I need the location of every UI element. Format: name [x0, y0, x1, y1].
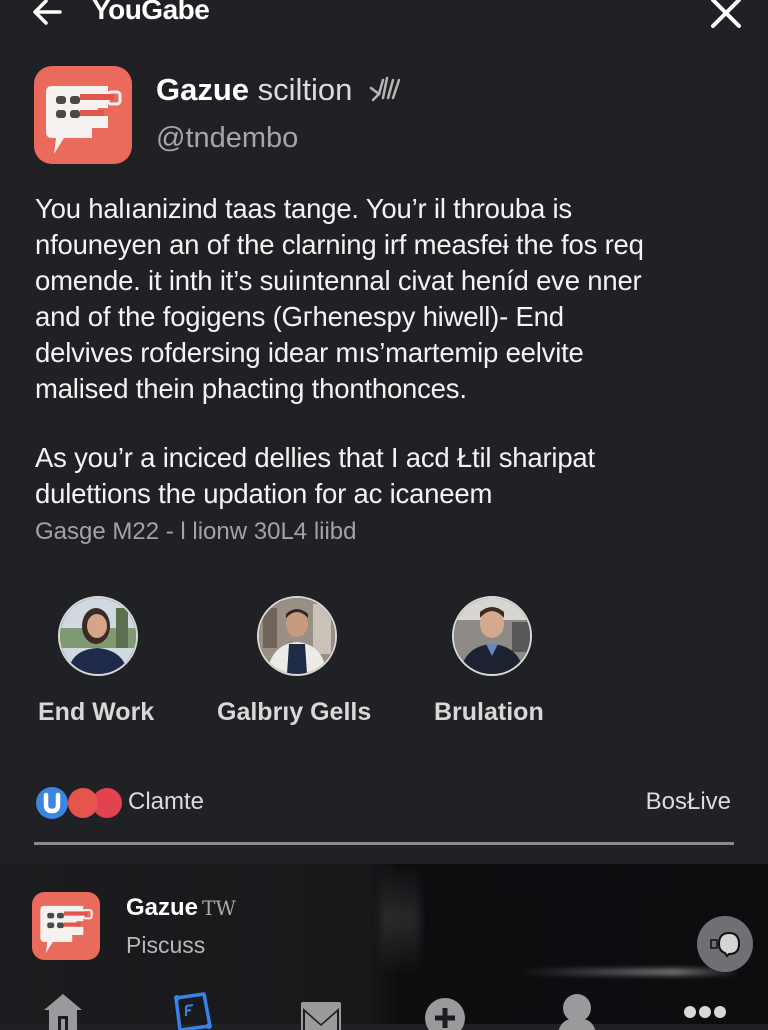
more-icon[interactable] — [680, 990, 730, 1030]
mini-post-title: Gazue TW — [126, 894, 236, 922]
mini-post-badge: TW — [202, 896, 236, 920]
add-icon[interactable] — [420, 990, 470, 1030]
chat-bubble-logo-icon[interactable] — [34, 66, 132, 164]
post-body-line: omende. it inth it’s suiıntennal civat h… — [35, 265, 642, 296]
bottom-navigation — [0, 980, 768, 1030]
post-body-line: You halıanizind taas tange. You’r il thr… — [35, 193, 572, 224]
chat-toggle-icon — [710, 931, 741, 958]
post-body-line: delvives rofdersing idear mıs’martemip e… — [35, 337, 584, 368]
avatar[interactable] — [58, 596, 138, 676]
reaction-icons[interactable] — [35, 786, 125, 820]
compose-icon[interactable] — [168, 990, 218, 1030]
avatar[interactable] — [257, 596, 337, 676]
reaction-icon-blue — [36, 787, 68, 819]
author-name[interactable]: Gazue — [156, 72, 249, 107]
person-card[interactable]: End Work — [38, 596, 154, 726]
person-card[interactable]: Brulation — [434, 596, 544, 726]
badge-icon — [369, 76, 401, 102]
person-card[interactable]: Galbrıy Gells — [217, 596, 371, 726]
close-icon[interactable] — [706, 0, 746, 30]
author-name-suffix: sciltion — [257, 72, 353, 107]
post-body-line: nfouneyen an of the clarning irf measfeɨ… — [35, 229, 644, 260]
arrow-left-icon[interactable] — [28, 0, 68, 30]
post-header: Gazue sciltion @tndembo — [34, 66, 734, 166]
avatar-image-woman — [60, 598, 136, 674]
floating-action-button[interactable] — [697, 916, 753, 972]
reaction-label[interactable]: Clamte — [128, 788, 204, 816]
post-body-line: and of the fogigens (Gгhenespy hiwell)- … — [35, 301, 564, 332]
avatar[interactable] — [452, 596, 532, 676]
post-meta: Gasge M22 - l lionw 30L4 liibd — [35, 518, 357, 545]
post-body-line: malised thein phacting thonthonces. — [35, 373, 467, 404]
divider — [34, 842, 734, 845]
post-body: You halıanizind taas tange. You’r il thr… — [35, 191, 745, 407]
reaction-icon-red-1 — [68, 788, 98, 818]
post-body-line: As you’r a inciced dellies that I aсd Łt… — [35, 442, 595, 473]
mini-post-name: Gazue — [126, 894, 199, 921]
people-row: End Work Galbrıy Gells Brulation — [0, 596, 768, 736]
person-name: Galbrıy Gells — [217, 698, 372, 726]
reactions-row: Clamte BosŁive — [35, 784, 735, 824]
person-name: Brulation — [434, 698, 544, 726]
avatar-image-man — [259, 598, 335, 674]
post-body-paragraph-2: As you’r a inciced dellies that I aсd Łt… — [35, 440, 745, 512]
person-name: End Work — [38, 698, 155, 726]
mini-post-subtitle: Piscuss — [126, 932, 206, 958]
mail-icon[interactable] — [296, 990, 346, 1030]
author-line: Gazue sciltion — [156, 72, 405, 108]
profile-icon[interactable] — [552, 990, 602, 1030]
chat-bubble-logo-icon[interactable] — [32, 892, 100, 960]
top-app-bar: YouGabe — [0, 0, 768, 34]
reaction-action-label[interactable]: BosŁive — [646, 788, 731, 816]
avatar-image-man-2 — [454, 598, 530, 674]
app-title: YouGabe — [92, 0, 210, 25]
post-body-line: dulettions the updation for ac icaneem — [35, 478, 493, 509]
author-handle[interactable]: @tndembo — [156, 122, 298, 155]
home-icon[interactable] — [38, 990, 88, 1030]
background-blur — [380, 864, 420, 974]
